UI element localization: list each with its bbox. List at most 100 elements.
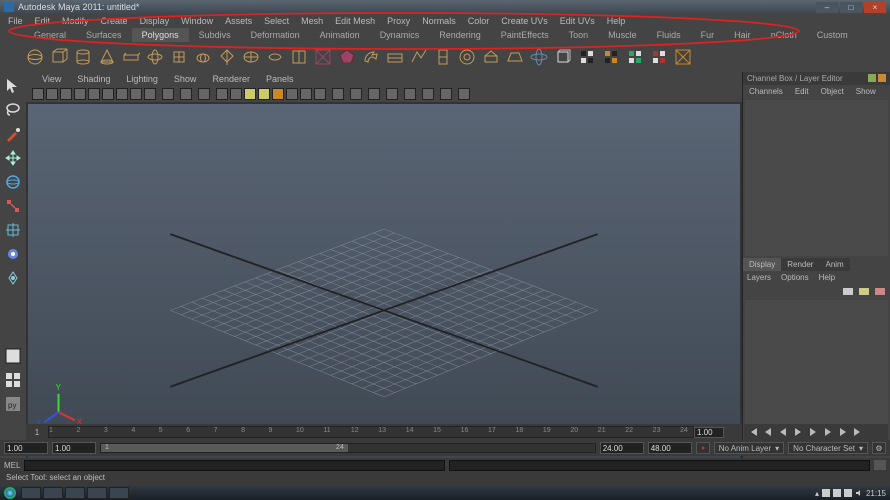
start-button[interactable] (0, 486, 20, 500)
tray-icon[interactable] (822, 489, 830, 497)
shelf-tab-animation[interactable]: Animation (310, 28, 370, 42)
time-slider-end-field[interactable] (694, 427, 724, 438)
lasso-tool[interactable] (2, 100, 24, 120)
select-tool[interactable] (2, 76, 24, 96)
panel-tool-11[interactable] (198, 88, 210, 100)
channel-tab-edit[interactable]: Edit (789, 85, 815, 98)
layer-menu-layers[interactable]: Layers (747, 273, 771, 282)
shelf-tab-ncloth[interactable]: nCloth (761, 28, 807, 42)
shelf-tab-muscle[interactable]: Muscle (598, 28, 647, 42)
shelf-tab-surfaces[interactable]: Surfaces (76, 28, 132, 42)
character-set-dropdown[interactable]: No Character Set▾ (788, 442, 868, 454)
shelf-button-7[interactable] (192, 46, 214, 68)
panel-tool-16[interactable] (272, 88, 284, 100)
rotate-tool[interactable] (2, 172, 24, 192)
shelf-button-13[interactable] (336, 46, 358, 68)
minimize-button[interactable]: – (816, 2, 838, 13)
command-line-input[interactable] (24, 460, 445, 471)
shelf-button-17[interactable] (432, 46, 454, 68)
delete-layer-icon[interactable] (874, 286, 886, 296)
shelf-tab-fur[interactable]: Fur (691, 28, 725, 42)
menu-edit[interactable]: Edit (29, 14, 57, 28)
channel-tab-show[interactable]: Show (850, 85, 882, 98)
menu-file[interactable]: File (2, 14, 29, 28)
shelf-button-22[interactable] (552, 46, 574, 68)
tray-network-icon[interactable] (844, 489, 852, 497)
menu-edit-uvs[interactable]: Edit UVs (554, 14, 601, 28)
menu-edit-mesh[interactable]: Edit Mesh (329, 14, 381, 28)
panel-tool-13[interactable] (230, 88, 242, 100)
step-back-button[interactable] (777, 426, 789, 438)
taskbar-icon[interactable] (43, 487, 63, 499)
goto-end-button[interactable] (852, 426, 864, 438)
panel-tool-20[interactable] (332, 88, 344, 100)
shelf-tab-general[interactable]: General (24, 28, 76, 42)
panel-menu-shading[interactable]: Shading (69, 72, 118, 86)
panel-tool-5[interactable] (102, 88, 114, 100)
show-hidden-icon[interactable]: ▴ (815, 489, 819, 498)
shelf-button-10[interactable] (264, 46, 286, 68)
four-pane-layout[interactable] (2, 370, 24, 390)
panel-tool-25[interactable] (422, 88, 434, 100)
script-editor-button[interactable]: py (2, 394, 24, 414)
layer-menu-help[interactable]: Help (819, 273, 835, 282)
shelf-button-24[interactable] (600, 46, 622, 68)
shelf-button-25[interactable] (624, 46, 646, 68)
perspective-viewport[interactable]: Y X Z persp (28, 104, 740, 466)
shelf-tab-fluids[interactable]: Fluids (647, 28, 691, 42)
paint-select-tool[interactable] (2, 124, 24, 144)
shelf-button-19[interactable] (480, 46, 502, 68)
panel-tool-6[interactable] (116, 88, 128, 100)
menu-modify[interactable]: Modify (56, 14, 95, 28)
panel-tool-9[interactable] (162, 88, 174, 100)
goto-start-button[interactable] (747, 426, 759, 438)
channel-panel-icon[interactable] (868, 74, 876, 82)
step-forward-button[interactable] (822, 426, 834, 438)
shelf-tab-custom[interactable]: Custom (807, 28, 858, 42)
panel-tool-27[interactable] (458, 88, 470, 100)
maximize-button[interactable]: □ (840, 2, 862, 13)
step-back-key-button[interactable] (762, 426, 774, 438)
panel-tool-2[interactable] (60, 88, 72, 100)
menu-select[interactable]: Select (258, 14, 295, 28)
shelf-tab-rendering[interactable]: Rendering (429, 28, 491, 42)
universal-manip-tool[interactable] (2, 220, 24, 240)
anim-layer-dropdown[interactable]: No Anim Layer▾ (714, 442, 784, 454)
range-start-outer[interactable] (4, 442, 48, 454)
panel-tool-0[interactable] (32, 88, 44, 100)
soft-mod-tool[interactable] (2, 244, 24, 264)
taskbar-icon[interactable] (65, 487, 85, 499)
panel-tool-15[interactable] (258, 88, 270, 100)
shelf-tab-subdivs[interactable]: Subdivs (189, 28, 241, 42)
layer-tab-render[interactable]: Render (781, 258, 819, 271)
show-manip-tool[interactable] (2, 268, 24, 288)
auto-key-button[interactable] (696, 442, 710, 454)
shelf-button-27[interactable] (672, 46, 694, 68)
menu-proxy[interactable]: Proxy (381, 14, 416, 28)
tray-icon[interactable] (833, 489, 841, 497)
shelf-button-6[interactable] (168, 46, 190, 68)
shelf-tab-hair[interactable]: Hair (724, 28, 761, 42)
shelf-button-2[interactable] (72, 46, 94, 68)
panel-tool-23[interactable] (386, 88, 398, 100)
shelf-button-23[interactable] (576, 46, 598, 68)
shelf-button-3[interactable] (96, 46, 118, 68)
shelf-tab-polygons[interactable]: Polygons (132, 28, 189, 42)
channel-panel-icon[interactable] (878, 74, 886, 82)
menu-create[interactable]: Create (95, 14, 134, 28)
panel-tool-26[interactable] (440, 88, 452, 100)
shelf-tab-dynamics[interactable]: Dynamics (370, 28, 430, 42)
layer-menu-options[interactable]: Options (781, 273, 809, 282)
panel-tool-24[interactable] (404, 88, 416, 100)
panel-tool-10[interactable] (180, 88, 192, 100)
layer-tab-display[interactable]: Display (743, 258, 781, 271)
panel-tool-14[interactable] (244, 88, 256, 100)
menu-normals[interactable]: Normals (416, 14, 462, 28)
taskbar-icon[interactable] (109, 487, 129, 499)
menu-help[interactable]: Help (601, 14, 632, 28)
system-clock[interactable]: 21:15 (866, 489, 886, 498)
time-slider[interactable]: 1 12345678910111213141516171819202122232… (26, 424, 742, 440)
shelf-button-20[interactable] (504, 46, 526, 68)
channel-tab-channels[interactable]: Channels (743, 85, 789, 98)
menu-mesh[interactable]: Mesh (295, 14, 329, 28)
